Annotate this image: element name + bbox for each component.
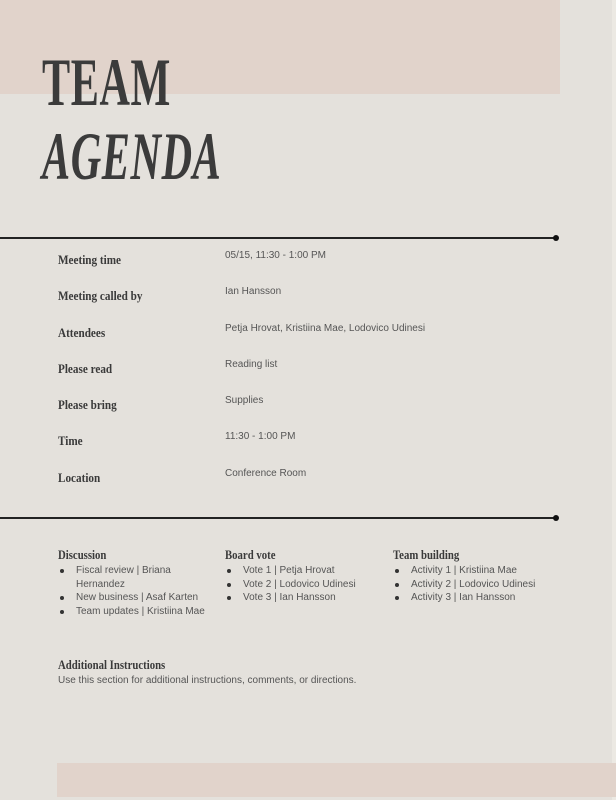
detail-row-please-bring: Please bring Supplies xyxy=(58,393,558,429)
list-item[interactable]: Team updates | Kristiina Mae xyxy=(58,605,208,619)
detail-label: Location xyxy=(58,469,101,485)
list-item[interactable]: Fiscal review | Briana Hernandez xyxy=(58,564,208,591)
detail-label: Please read xyxy=(58,360,113,376)
section-heading: Team building xyxy=(393,548,460,562)
footer-accent-band xyxy=(57,763,616,797)
additional-instructions: Additional Instructions Use this section… xyxy=(58,658,558,686)
bullet-icon xyxy=(227,569,231,573)
additional-text[interactable]: Use this section for additional instruct… xyxy=(58,675,558,686)
list-item[interactable]: Vote 1 | Petja Hrovat xyxy=(225,564,385,578)
detail-row-please-read: Please read Reading list xyxy=(58,357,558,393)
list-item[interactable]: Activity 2 | Lodovico Udinesi xyxy=(393,578,593,592)
detail-label: Please bring xyxy=(58,397,117,413)
bullet-icon xyxy=(60,596,64,600)
list-item-text: Vote 1 | Petja Hrovat xyxy=(243,565,335,576)
detail-row-meeting-time: Meeting time 05/15, 11:30 - 1:00 PM xyxy=(58,248,558,284)
list-item-text: Activity 2 | Lodovico Udinesi xyxy=(411,578,536,590)
title-line-2: AGENDA xyxy=(42,118,222,194)
list-item[interactable]: Activity 1 | Kristiina Mae xyxy=(393,564,593,578)
section-board-vote: Board vote Vote 1 | Petja Hrovat Vote 2 … xyxy=(225,548,385,605)
bullet-icon xyxy=(395,596,399,600)
page-title: TEAM AGENDA xyxy=(42,48,221,190)
detail-row-called-by: Meeting called by Ian Hansson xyxy=(58,284,558,320)
detail-value[interactable]: Supplies xyxy=(225,395,263,406)
divider-top xyxy=(0,235,559,241)
page-edge xyxy=(612,0,616,800)
meeting-details: Meeting time 05/15, 11:30 - 1:00 PM Meet… xyxy=(58,248,558,502)
bullet-icon xyxy=(395,569,399,573)
detail-label: Time xyxy=(58,433,83,449)
additional-heading: Additional Instructions xyxy=(58,658,166,672)
list-item[interactable]: New business | Asaf Karten xyxy=(58,591,208,605)
bullet-icon xyxy=(227,582,231,587)
detail-label: Attendees xyxy=(58,324,106,340)
bullet-icon xyxy=(227,596,231,600)
section-list: Vote 1 | Petja Hrovat Vote 2 | Lodovico … xyxy=(225,564,385,605)
section-list: Fiscal review | Briana Hernandez New bus… xyxy=(58,564,208,618)
detail-row-location: Location Conference Room xyxy=(58,466,558,502)
list-item[interactable]: Vote 2 | Lodovico Udinesi xyxy=(225,578,385,592)
detail-value[interactable]: Conference Room xyxy=(225,468,306,479)
detail-row-attendees: Attendees Petja Hrovat, Kristiina Mae, L… xyxy=(58,321,558,357)
divider-end-dot xyxy=(553,235,559,241)
detail-row-time: Time 11:30 - 1:00 PM xyxy=(58,429,558,465)
list-item-text: New business | Asaf Karten xyxy=(76,592,199,603)
section-heading: Board vote xyxy=(225,548,276,562)
detail-label: Meeting time xyxy=(58,252,122,267)
divider-bottom xyxy=(0,515,559,521)
detail-value[interactable]: Reading list xyxy=(225,359,277,370)
list-item-text: Activity 1 | Kristiina Mae xyxy=(411,565,517,576)
bullet-icon xyxy=(60,569,64,573)
detail-value[interactable]: Petja Hrovat, Kristiina Mae, Lodovico Ud… xyxy=(225,323,425,334)
bullet-icon xyxy=(60,609,64,614)
title-line-1: TEAM xyxy=(42,44,171,120)
list-item-text: Vote 3 | Ian Hansson xyxy=(243,592,336,603)
list-item-text: Activity 3 | Ian Hansson xyxy=(411,592,516,603)
section-discussion: Discussion Fiscal review | Briana Hernan… xyxy=(58,548,208,618)
list-item[interactable]: Activity 3 | Ian Hansson xyxy=(393,591,593,605)
section-heading: Discussion xyxy=(58,548,107,562)
list-item-text: Fiscal review | Briana Hernandez xyxy=(76,565,171,590)
section-team-building: Team building Activity 1 | Kristiina Mae… xyxy=(393,548,593,605)
list-item-text: Team updates | Kristiina Mae xyxy=(76,605,205,617)
bullet-icon xyxy=(395,582,399,587)
section-list: Activity 1 | Kristiina Mae Activity 2 | … xyxy=(393,564,593,605)
detail-label: Meeting called by xyxy=(58,288,143,304)
detail-value[interactable]: 11:30 - 1:00 PM xyxy=(225,431,295,442)
list-item-text: Vote 2 | Lodovico Udinesi xyxy=(243,578,356,590)
divider-end-dot xyxy=(553,515,559,521)
list-item[interactable]: Vote 3 | Ian Hansson xyxy=(225,591,385,605)
detail-value[interactable]: 05/15, 11:30 - 1:00 PM xyxy=(225,250,326,261)
detail-value[interactable]: Ian Hansson xyxy=(225,286,281,297)
